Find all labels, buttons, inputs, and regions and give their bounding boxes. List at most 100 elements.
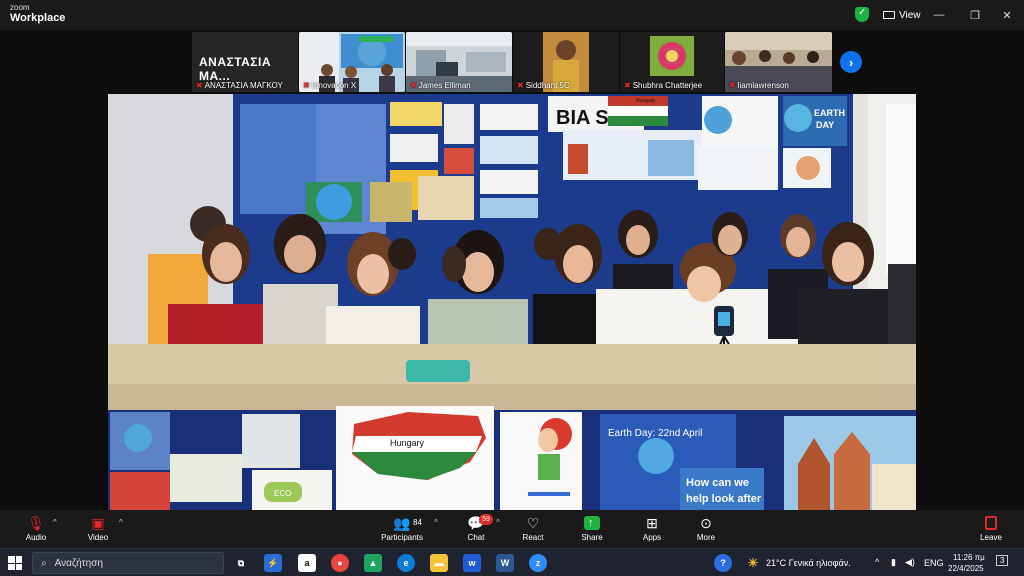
share-label: Share: [581, 533, 603, 542]
chat-unread-badge: 59: [479, 514, 493, 525]
participant-name: liamlawrenson: [737, 81, 789, 90]
word-icon[interactable]: W: [496, 554, 514, 572]
chevron-right-icon: ›: [848, 54, 854, 70]
participant-tile[interactable]: ✖ James Elliman: [406, 32, 512, 92]
clock-time[interactable]: 11:26 πμ: [953, 553, 985, 562]
speaker-icon[interactable]: ◀): [905, 557, 915, 568]
participant-big-name: ΑΝΑΣΤΑΣΙΑ ΜΑ...: [199, 55, 272, 83]
heart-icon: ♡: [526, 515, 540, 531]
language-indicator[interactable]: ENG: [924, 558, 944, 568]
windows-start-icon[interactable]: [8, 556, 22, 570]
share-screen-icon: [584, 514, 600, 532]
participant-name: Shubhra Chatterjee: [632, 81, 703, 90]
video-options-caret-icon[interactable]: ^: [119, 518, 123, 527]
leave-button[interactable]: Leave: [961, 514, 1021, 546]
clock-date[interactable]: 22/4/2025: [948, 564, 984, 573]
eco-label: ECO: [274, 489, 291, 498]
weather-text[interactable]: 21°C Γενικά ηλιοφάν.: [766, 558, 851, 568]
chat-options-caret-icon[interactable]: ^: [496, 518, 500, 527]
small-hungary-label: Hungary: [636, 98, 655, 104]
mic-muted-icon: ✖: [729, 81, 736, 90]
mic-muted-icon: ✖: [196, 81, 203, 90]
file-explorer-icon[interactable]: ▬: [430, 554, 448, 572]
audio-options-caret-icon[interactable]: ^: [53, 518, 57, 527]
more-button[interactable]: ⊙ More: [676, 514, 736, 546]
taskbar-search-input[interactable]: ⌕ Αναζήτηση: [32, 552, 224, 574]
tray-overflow-icon[interactable]: ^: [875, 557, 879, 567]
participant-name: Siddhant 5C: [525, 81, 570, 90]
video-label: Video: [87, 533, 109, 542]
view-button[interactable]: View: [875, 5, 929, 25]
apps-icon: ⊞: [646, 515, 658, 531]
participant-name: Innovation X: [311, 81, 357, 90]
participant-tile[interactable]: ✖ Siddhant 5C: [513, 32, 619, 92]
meeting-controls: 🎙 Audio ^ ▣ Video ^ 👥 Participants 84 ^ …: [0, 510, 1024, 548]
participant-tile[interactable]: ✖ Shubhra Chatterjee: [620, 32, 724, 92]
next-page-button[interactable]: ›: [840, 51, 862, 73]
encryption-shield-icon[interactable]: [855, 7, 869, 22]
close-icon: ✕: [1002, 9, 1012, 22]
participant-tile[interactable]: ✖ liamlawrenson: [725, 32, 832, 92]
audio-label: Audio: [25, 533, 47, 542]
mic-muted-icon: ✖: [624, 81, 631, 90]
participant-label: ✖ liamlawrenson: [729, 81, 789, 90]
weather-sun-icon[interactable]: ☀: [744, 554, 762, 572]
participant-strip: ΑΝΑΣΤΑΣΙΑ ΜΑ... ✖ ΑΝΑΣΤΑΣΙΑ ΜΑΓΚΟΥ ✖ Innov…: [192, 32, 832, 92]
hungary-map-label: Hungary: [390, 438, 425, 448]
participants-count: 84: [413, 518, 422, 527]
brand-line1: zoom: [10, 3, 30, 12]
apps-button[interactable]: ⊞ Apps: [622, 514, 682, 546]
edge-icon[interactable]: e: [397, 554, 415, 572]
maximize-icon: ❐: [970, 9, 980, 22]
mic-muted-icon: ✖: [303, 81, 310, 90]
participants-button[interactable]: 👥 Participants: [372, 514, 432, 546]
close-button[interactable]: ✕: [990, 0, 1024, 30]
title-bar: zoom Workplace View — ❐ ✕: [0, 0, 1024, 30]
react-button[interactable]: ♡ React: [503, 514, 563, 546]
maximize-button[interactable]: ❐: [958, 0, 992, 30]
help-icon[interactable]: ?: [714, 554, 732, 572]
leave-label: Leave: [980, 533, 1002, 542]
mic-muted-icon: ✖: [410, 81, 417, 90]
participant-label: ✖ ΑΝΑΣΤΑΣΙΑ ΜΑΓΚΟΥ: [196, 81, 283, 90]
zoom-taskbar-icon[interactable]: z: [529, 554, 547, 572]
classroom-scene: BIA Suf Hungary EARTH DAY ECO Hungary Ea…: [108, 94, 916, 510]
help-look-after-text: help look after: [686, 493, 762, 505]
amazon-icon[interactable]: a: [298, 554, 316, 572]
participant-name: ΑΝΑΣΤΑΣΙΑ ΜΑΓΚΟΥ: [204, 81, 283, 90]
earth-day-poster-title: Earth Day: 22nd April: [608, 428, 703, 439]
participant-label: ✖ James Elliman: [410, 81, 471, 90]
search-placeholder: Αναζήτηση: [54, 557, 103, 569]
participant-name: James Elliman: [418, 81, 471, 90]
apps-label: Apps: [642, 533, 662, 542]
microphone-tray-icon[interactable]: ▮: [891, 557, 896, 568]
more-label: More: [696, 533, 716, 542]
chrome-icon[interactable]: ●: [331, 554, 349, 572]
view-grid-icon: [883, 11, 895, 19]
notifications-icon[interactable]: 3: [996, 555, 1009, 566]
minimize-icon: —: [933, 9, 945, 21]
zoom-window: zoom Workplace View — ❐ ✕ ΑΝΑΣΤΑΣΙΑ ΜΑ..…: [0, 0, 1024, 576]
minimize-button[interactable]: —: [922, 0, 956, 30]
webex-icon[interactable]: w: [463, 554, 481, 572]
task-view-icon[interactable]: ⧉: [232, 554, 250, 572]
drive-icon[interactable]: ▲: [364, 554, 382, 572]
participant-label: ✖ Shubhra Chatterjee: [624, 81, 702, 90]
participants-label: Participants: [381, 533, 423, 542]
search-icon: ⌕: [41, 557, 47, 569]
day-label: DAY: [816, 120, 834, 130]
windows-taskbar: ⌕ Αναζήτηση ⧉ ⚡ a ● ▲ e ▬ w W z ? ☀ 21°C…: [0, 548, 1024, 576]
share-button[interactable]: Share: [562, 514, 622, 546]
participants-options-caret-icon[interactable]: ^: [434, 518, 438, 527]
mic-muted-icon: ✖: [517, 81, 524, 90]
mic-muted-icon: 🎙: [27, 515, 45, 531]
audio-button[interactable]: 🎙 Audio: [6, 514, 66, 546]
app-icon[interactable]: ⚡: [264, 554, 282, 572]
participants-icon: 👥: [393, 515, 411, 531]
react-label: React: [522, 533, 544, 542]
participant-tile[interactable]: ✖ Innovation X: [299, 32, 405, 92]
app-brand: zoom Workplace: [10, 4, 65, 24]
view-button-label: View: [899, 9, 921, 21]
participant-tile[interactable]: ΑΝΑΣΤΑΣΙΑ ΜΑ... ✖ ΑΝΑΣΤΑΣΙΑ ΜΑΓΚΟΥ: [192, 32, 298, 92]
chat-label: Chat: [467, 533, 485, 542]
